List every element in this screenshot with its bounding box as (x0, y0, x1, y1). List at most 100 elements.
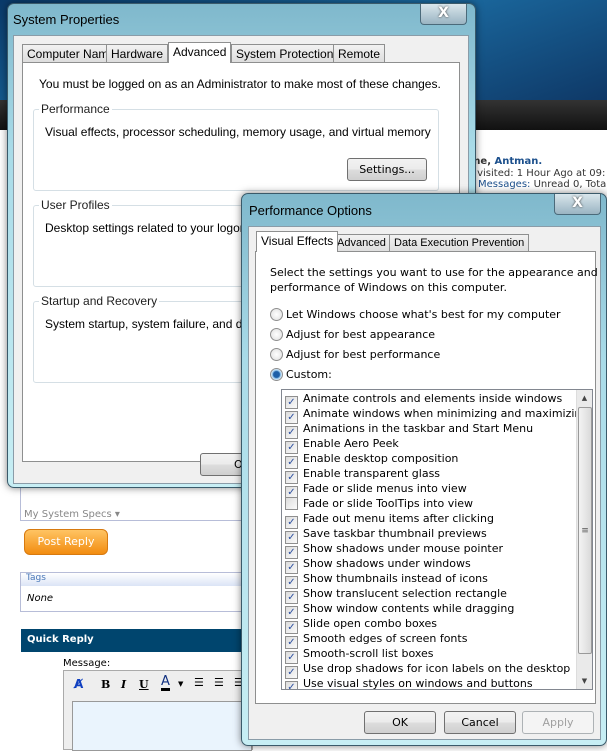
scroll-down-icon[interactable]: ▼ (577, 673, 592, 689)
effect-checkbox-item[interactable]: ✓ Show thumbnails instead of icons (285, 571, 488, 589)
checkbox-label: Slide open combo boxes (303, 617, 438, 630)
messages-link[interactable]: Messages: (478, 179, 530, 190)
effect-checkbox-item[interactable]: Fade or slide ToolTips into view (285, 496, 473, 511)
ok-button[interactable]: OK (364, 711, 436, 734)
welcome-text: me, Antman. (470, 156, 542, 167)
performance-group: Performance Visual effects, processor sc… (33, 102, 439, 191)
window-title: System Properties (13, 12, 120, 27)
radio-button-icon[interactable] (270, 348, 283, 361)
quick-reply-header: Quick Reply (21, 629, 251, 652)
effect-checkbox-item[interactable]: ✓ Fade out menu items after clicking (285, 511, 494, 529)
effect-checkbox-item[interactable]: ✓ Show window contents while dragging (285, 601, 515, 619)
tab-visual-effects[interactable]: Visual Effects (256, 231, 339, 252)
align-center-icon[interactable]: ☰ (214, 676, 224, 689)
scrollbar-thumb[interactable]: ≡ (578, 407, 592, 654)
tab-advanced[interactable]: Advanced (168, 42, 232, 63)
bold-icon[interactable]: B (101, 678, 110, 691)
effect-checkbox-item[interactable]: ✓ Use visual styles on windows and button… (285, 676, 533, 690)
checkbox-label: Use visual styles on windows and buttons (303, 677, 533, 690)
chevron-down-icon[interactable]: ▼ (178, 680, 183, 688)
tab-system-protection[interactable]: System Protection (231, 44, 339, 63)
checkbox-label: Animate windows when minimizing and maxi… (303, 407, 589, 420)
performance-options-window: Performance Options X Visual Effects Adv… (241, 193, 607, 746)
admin-note: You must be logged on as an Administrato… (39, 77, 441, 91)
checkbox[interactable]: ✓ (285, 681, 298, 689)
editor-toolbar: A̸ B I U A ▼ ☰ ☰ ☰ (63, 670, 253, 751)
system-specs-label: My System Specs (24, 509, 112, 520)
tags-box: Tags None (20, 572, 250, 612)
radio-option[interactable]: Custom: (270, 368, 332, 381)
cancel-button[interactable]: Cancel (444, 711, 516, 734)
performance-settings-button[interactable]: Settings... (347, 158, 427, 181)
effect-checkbox-item[interactable]: ✓ Animate windows when minimizing and max… (285, 406, 589, 424)
messages-status: Messages: Unread 0, Total (478, 179, 607, 190)
radio-option[interactable]: Let Windows choose what's best for my co… (270, 308, 561, 321)
effect-checkbox-item[interactable]: ✓ Show shadows under mouse pointer (285, 541, 504, 559)
checkbox-label: Show thumbnails instead of icons (303, 572, 488, 585)
dialog-body: Visual Effects Advanced Data Execution P… (248, 226, 601, 740)
close-icon: X (572, 195, 583, 211)
post-reply-button[interactable]: Post Reply (24, 529, 108, 555)
italic-icon[interactable]: I (121, 678, 126, 691)
checkbox-label: Fade or slide ToolTips into view (303, 497, 474, 510)
scrollbar[interactable]: ▲ ≡ ▼ (576, 390, 592, 689)
checkbox-label: Fade or slide menus into view (303, 482, 467, 495)
visual-effects-list[interactable]: ✓ Animate controls and elements inside wi… (281, 389, 593, 690)
checkbox-label: Save taskbar thumbnail previews (303, 527, 487, 540)
font-color-icon[interactable]: A (161, 675, 170, 691)
apply-button[interactable]: Apply (522, 711, 594, 734)
effect-checkbox-item[interactable]: ✓ Enable desktop composition (285, 451, 458, 469)
effect-checkbox-item[interactable]: ✓ Fade or slide menus into view (285, 481, 467, 499)
align-left-icon[interactable]: ☰ (194, 676, 204, 689)
intro-line-2: performance of Windows on this computer. (270, 281, 507, 294)
close-icon: X (438, 5, 449, 21)
username-link[interactable]: Antman. (494, 156, 542, 167)
radio-label: Adjust for best performance (286, 348, 441, 361)
user-profiles-label: User Profiles (39, 198, 112, 212)
user-profiles-description: Desktop settings related to your logon (45, 221, 247, 235)
radio-option[interactable]: Adjust for best performance (270, 348, 440, 361)
radio-button-icon[interactable] (270, 308, 283, 321)
checkbox-label: Enable Aero Peek (303, 437, 399, 450)
effect-checkbox-item[interactable]: ✓ Save taskbar thumbnail previews (285, 526, 487, 544)
radio-button-icon[interactable] (270, 328, 283, 341)
underline-icon[interactable]: U (139, 678, 149, 691)
remove-format-icon[interactable]: A̸ (74, 677, 83, 691)
checkbox-label: Animations in the taskbar and Start Menu (303, 422, 534, 435)
messages-count: Unread 0, Total (530, 179, 607, 190)
radio-label: Adjust for best appearance (286, 328, 436, 341)
tags-value: None (27, 593, 54, 604)
effect-checkbox-item[interactable]: ✓ Smooth edges of screen fonts (285, 631, 468, 649)
effect-checkbox-item[interactable]: ✓ Use drop shadows for icon labels on the… (285, 661, 571, 679)
intro-line-1: Select the settings you want to use for … (270, 266, 598, 279)
checkbox-label: Animate controls and elements inside win… (303, 392, 563, 405)
effect-checkbox-item[interactable]: ✓ Enable Aero Peek (285, 436, 399, 454)
effect-checkbox-item[interactable]: ✓ Slide open combo boxes (285, 616, 438, 634)
effect-checkbox-item[interactable]: ✓ Show translucent selection rectangle (285, 586, 507, 604)
system-specs-link[interactable]: My System Specs ▾ (24, 509, 120, 520)
close-button[interactable]: X (420, 4, 467, 25)
radio-option[interactable]: Adjust for best appearance (270, 328, 435, 341)
tab-hardware[interactable]: Hardware (106, 44, 169, 63)
checkbox[interactable] (285, 497, 298, 510)
checkbox-label: Show window contents while dragging (303, 602, 515, 615)
performance-description: Visual effects, processor scheduling, me… (45, 125, 431, 139)
effect-checkbox-item[interactable]: ✓ Animations in the taskbar and Start Men… (285, 421, 534, 439)
effect-checkbox-item[interactable]: ✓ Animate controls and elements inside wi… (285, 391, 563, 409)
scroll-up-icon[interactable]: ▲ (577, 390, 592, 406)
effect-checkbox-item[interactable]: ✓ Show shadows under windows (285, 556, 471, 574)
radio-label: Custom: (286, 368, 332, 381)
checkbox-label: Smooth edges of screen fonts (303, 632, 468, 645)
checkbox-label: Show shadows under mouse pointer (303, 542, 504, 555)
message-label: Message: (63, 658, 111, 669)
tab-remote[interactable]: Remote (333, 44, 386, 63)
message-textarea[interactable] (72, 701, 252, 751)
checkbox-label: Enable transparent glass (303, 467, 441, 480)
checkbox-label: Use drop shadows for icon labels on the … (303, 662, 571, 675)
effect-checkbox-item[interactable]: ✓ Enable transparent glass (285, 466, 441, 484)
checkbox-label: Show shadows under windows (303, 557, 471, 570)
close-button[interactable]: X (554, 194, 601, 215)
checkbox-label: Smooth-scroll list boxes (303, 647, 434, 660)
effect-checkbox-item[interactable]: ✓ Smooth-scroll list boxes (285, 646, 434, 664)
radio-button-icon[interactable] (270, 368, 283, 381)
